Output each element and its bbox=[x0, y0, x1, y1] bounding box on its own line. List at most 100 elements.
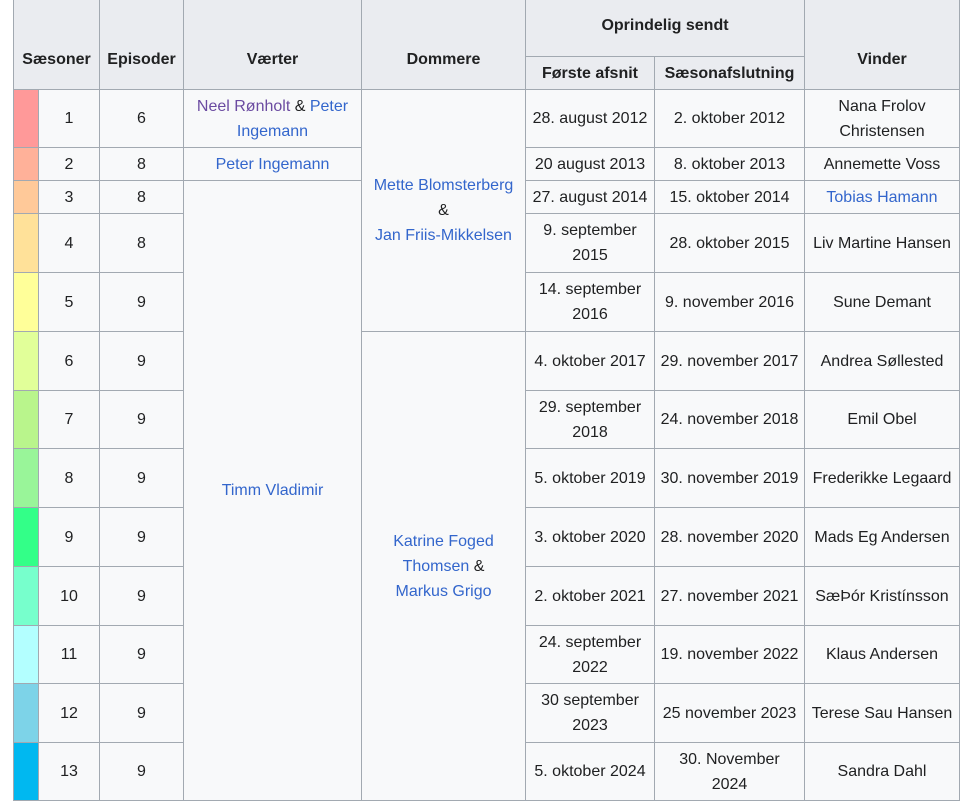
host-link-peter-lastname[interactable]: Ingemann bbox=[237, 123, 308, 140]
season-finale-date: 24. november 2018 bbox=[654, 390, 805, 449]
judges-cell: Katrine Foged Thomsen & Markus Grigo bbox=[361, 331, 526, 801]
judge-separator: & bbox=[438, 202, 449, 219]
first-episode-date: 5. oktober 2024 bbox=[525, 742, 655, 801]
season-finale-date: 15. oktober 2014 bbox=[654, 180, 805, 214]
winner-cell: Frederikke Legaard bbox=[804, 448, 960, 508]
judge-link-markus[interactable]: Markus Grigo bbox=[395, 583, 491, 600]
episode-count: 9 bbox=[99, 272, 184, 332]
season-number: 2 bbox=[38, 147, 100, 181]
episode-count: 9 bbox=[99, 742, 184, 801]
season-finale-date: 19. november 2022 bbox=[654, 625, 805, 684]
first-episode-date: 2. oktober 2021 bbox=[525, 566, 655, 626]
episode-count: 9 bbox=[99, 448, 184, 508]
season-color-swatch bbox=[13, 566, 39, 626]
episode-count: 9 bbox=[99, 507, 184, 567]
winner-cell: Mads Eg Andersen bbox=[804, 507, 960, 567]
header-winner: Vinder bbox=[804, 0, 960, 90]
episode-count: 9 bbox=[99, 331, 184, 391]
season-finale-date: 8. oktober 2013 bbox=[654, 147, 805, 181]
winner-cell: Klaus Andersen bbox=[804, 625, 960, 684]
first-episode-date: 9. september 2015 bbox=[525, 213, 655, 273]
episode-count: 9 bbox=[99, 390, 184, 449]
season-number: 9 bbox=[38, 507, 100, 567]
season-color-swatch bbox=[13, 180, 39, 214]
season-number: 7 bbox=[38, 390, 100, 449]
winner-cell: Liv Martine Hansen bbox=[804, 213, 960, 273]
season-number: 1 bbox=[38, 89, 100, 148]
host-link-timm[interactable]: Timm Vladimir bbox=[222, 482, 324, 499]
host-link-neel[interactable]: Neel Rønholt bbox=[197, 98, 290, 115]
season-finale-date: 28. oktober 2015 bbox=[654, 213, 805, 273]
episode-count: 8 bbox=[99, 147, 184, 181]
season-color-swatch bbox=[13, 625, 39, 684]
first-episode-date: 29. september 2018 bbox=[525, 390, 655, 449]
season-color-swatch bbox=[13, 213, 39, 273]
winner-cell: Annemette Voss bbox=[804, 147, 960, 181]
header-episodes: Episoder bbox=[99, 0, 184, 90]
season-finale-date: 30. november 2019 bbox=[654, 448, 805, 508]
season-number: 13 bbox=[38, 742, 100, 801]
season-color-swatch bbox=[13, 507, 39, 567]
first-episode-date: 28. august 2012 bbox=[525, 89, 655, 148]
episode-count: 9 bbox=[99, 625, 184, 684]
hosts-cell: Peter Ingemann bbox=[183, 147, 362, 181]
judges-cell: Mette Blomsterberg & Jan Friis-Mikkelsen bbox=[361, 89, 526, 332]
season-number: 5 bbox=[38, 272, 100, 332]
judge-link-katrine-lastname[interactable]: Thomsen bbox=[403, 558, 470, 575]
season-finale-date: 29. november 2017 bbox=[654, 331, 805, 391]
season-finale-date: 27. november 2021 bbox=[654, 566, 805, 626]
season-color-swatch bbox=[13, 147, 39, 181]
season-finale-date: 28. november 2020 bbox=[654, 507, 805, 567]
winner-cell: Sune Demant bbox=[804, 272, 960, 332]
episode-count: 8 bbox=[99, 180, 184, 214]
winner-cell: Sandra Dahl bbox=[804, 742, 960, 801]
winner-cell: Tobias Hamann bbox=[804, 180, 960, 214]
header-hosts: Værter bbox=[183, 0, 362, 90]
judge-separator: & bbox=[473, 557, 485, 575]
winner-link[interactable]: Tobias Hamann bbox=[826, 189, 937, 206]
first-episode-date: 3. oktober 2020 bbox=[525, 507, 655, 567]
first-episode-date: 4. oktober 2017 bbox=[525, 331, 655, 391]
season-number: 3 bbox=[38, 180, 100, 214]
header-judges: Dommere bbox=[361, 0, 526, 90]
season-finale-date: 30. November 2024 bbox=[654, 742, 805, 801]
winner-cell: Terese Sau Hansen bbox=[804, 683, 960, 743]
judge-link-jan[interactable]: Jan Friis-Mikkelsen bbox=[375, 227, 512, 244]
season-color-swatch bbox=[13, 331, 39, 391]
host-link-peter-ingemann[interactable]: Peter Ingemann bbox=[216, 156, 330, 173]
table-row: 6 9 Katrine Foged Thomsen & Markus Grigo 4. o… bbox=[13, 331, 960, 801]
season-color-swatch bbox=[13, 89, 39, 148]
episode-count: 8 bbox=[99, 213, 184, 273]
header-first-episode: Første afsnit bbox=[525, 56, 655, 90]
winner-cell: SæÞór Kristínsson bbox=[804, 566, 960, 626]
header-seasons: Sæsoner bbox=[13, 0, 100, 90]
season-color-swatch bbox=[13, 742, 39, 801]
seasons-table: Sæsoner Episoder Værter Dommere Oprindel… bbox=[13, 0, 960, 801]
episode-count: 6 bbox=[99, 89, 184, 148]
season-color-swatch bbox=[13, 272, 39, 332]
winner-cell: Andrea Søllested bbox=[804, 331, 960, 391]
season-number: 11 bbox=[38, 625, 100, 684]
judge-link-katrine[interactable]: Katrine Foged bbox=[393, 533, 494, 550]
hosts-cell: Timm Vladimir bbox=[183, 180, 362, 801]
table-row: 1 6 Neel Rønholt & Peter Ingemann Mette Blom… bbox=[13, 89, 960, 332]
first-episode-date: 27. august 2014 bbox=[525, 180, 655, 214]
episode-count: 9 bbox=[99, 566, 184, 626]
season-number: 4 bbox=[38, 213, 100, 273]
season-finale-date: 9. november 2016 bbox=[654, 272, 805, 332]
season-finale-date: 2. oktober 2012 bbox=[654, 89, 805, 148]
header-row: Sæsoner Episoder Værter Dommere Oprindel… bbox=[13, 0, 960, 90]
season-number: 12 bbox=[38, 683, 100, 743]
first-episode-date: 24. september 2022 bbox=[525, 625, 655, 684]
first-episode-date: 5. oktober 2019 bbox=[525, 448, 655, 508]
season-number: 6 bbox=[38, 331, 100, 391]
first-episode-date: 14. september 2016 bbox=[525, 272, 655, 332]
winner-cell: Nana Frolov Christensen bbox=[804, 89, 960, 148]
judge-link-mette[interactable]: Mette Blomsterberg bbox=[374, 177, 514, 194]
season-number: 10 bbox=[38, 566, 100, 626]
host-link-peter[interactable]: Peter bbox=[310, 98, 348, 115]
season-number: 8 bbox=[38, 448, 100, 508]
season-color-swatch bbox=[13, 390, 39, 449]
header-season-finale: Sæsonafslutning bbox=[654, 56, 805, 90]
winner-cell: Emil Obel bbox=[804, 390, 960, 449]
